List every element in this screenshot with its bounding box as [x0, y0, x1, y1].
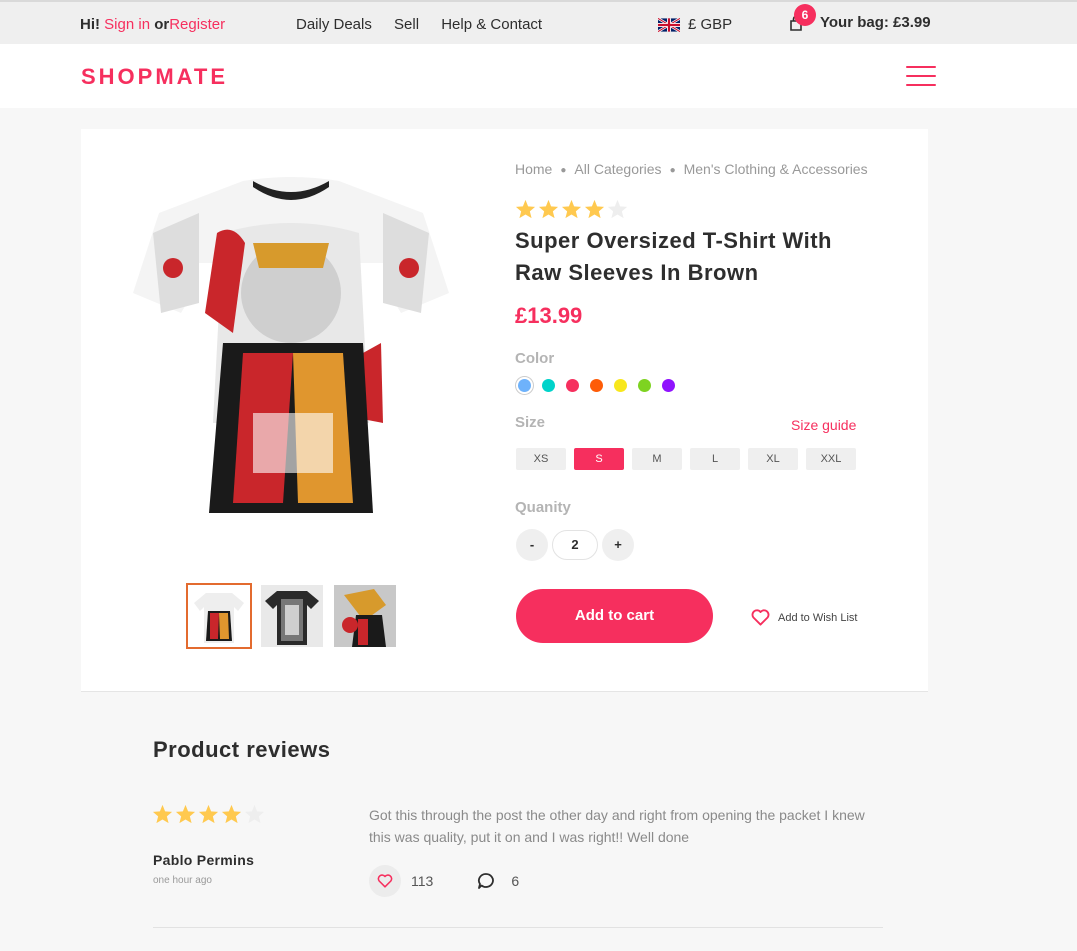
- reviewer-name: Pablo Permins: [153, 852, 255, 868]
- thumbnail-3-image: [334, 585, 396, 647]
- thumbnail-2[interactable]: [259, 583, 325, 649]
- reviews-section: Product reviews Pablo Permins one hour a…: [81, 692, 928, 951]
- header: SHOPMATE: [0, 44, 1077, 108]
- nav-daily-deals[interactable]: Daily Deals: [296, 16, 372, 33]
- breadcrumb-all-categories[interactable]: All Categories: [574, 161, 661, 177]
- product-price: £13.99: [515, 303, 583, 328]
- nav-sell[interactable]: Sell: [394, 16, 419, 33]
- reviews-heading: Product reviews: [153, 737, 331, 762]
- bag-label: Your bag: £3.99: [820, 14, 931, 31]
- size-option[interactable]: L: [690, 448, 740, 470]
- product-rating: [515, 199, 630, 219]
- star-filled-icon: [515, 199, 536, 219]
- review-text: Got this through the post the other day …: [369, 807, 865, 845]
- star-filled-icon: [152, 804, 173, 824]
- size-guide-link[interactable]: Size guide: [791, 417, 856, 433]
- quantity-stepper: - 2 +: [516, 529, 634, 561]
- star-empty-icon: [244, 804, 265, 824]
- star-empty-icon: [607, 199, 628, 219]
- size-label: Size: [515, 414, 546, 431]
- thumbnail-1[interactable]: [186, 583, 252, 649]
- color-swatch[interactable]: [542, 379, 555, 392]
- product-image: [133, 177, 449, 525]
- product-title: Super Oversized T-Shirt With Raw Sleeves…: [515, 228, 832, 285]
- quantity-input[interactable]: 2: [552, 530, 598, 560]
- color-swatch[interactable]: [518, 379, 531, 392]
- top-nav: Daily Deals Sell Help & Contact: [296, 16, 560, 33]
- size-option[interactable]: XXL: [806, 448, 856, 470]
- color-swatch[interactable]: [638, 379, 651, 392]
- top-bar: Hi! Sign in orRegister Daily Deals Sell …: [0, 0, 1077, 44]
- star-filled-icon: [198, 804, 219, 824]
- add-to-cart-button[interactable]: Add to cart: [516, 589, 713, 643]
- quantity-decrease-button[interactable]: -: [516, 529, 548, 561]
- currency-selector[interactable]: £ GBP: [658, 16, 732, 33]
- heart-icon: [377, 874, 393, 888]
- color-swatch[interactable]: [614, 379, 627, 392]
- nav-help-contact[interactable]: Help & Contact: [441, 16, 542, 33]
- quantity-increase-button[interactable]: +: [602, 529, 634, 561]
- uk-flag-icon: [658, 17, 680, 32]
- size-option[interactable]: XS: [516, 448, 566, 470]
- like-button[interactable]: [369, 865, 401, 897]
- or-text: or: [154, 16, 170, 33]
- comment-count: 6: [511, 873, 520, 889]
- thumbnail-3[interactable]: [332, 583, 398, 649]
- review-actions: 113 6: [369, 865, 519, 897]
- like-count: 113: [411, 873, 434, 889]
- size-option[interactable]: XL: [748, 448, 798, 470]
- thumbnail-strip: [186, 583, 405, 649]
- bag-count-badge: 6: [794, 4, 816, 26]
- color-label: Color: [515, 350, 555, 367]
- star-filled-icon: [538, 199, 559, 219]
- thumbnail-2-image: [261, 585, 323, 647]
- color-swatch[interactable]: [662, 379, 675, 392]
- review-rating: [152, 804, 267, 824]
- wish-list-label: Add to Wish List: [778, 611, 858, 624]
- greeting: Hi! Sign in orRegister: [80, 16, 225, 33]
- product-card: Home ● All Categories ● Men's Clothing & Acc…: [81, 129, 928, 692]
- color-swatch[interactable]: [590, 379, 603, 392]
- add-to-wish-list-button[interactable]: Add to Wish List: [751, 609, 857, 626]
- review-time: one hour ago: [153, 875, 212, 886]
- sign-in-link[interactable]: Sign in: [104, 16, 150, 33]
- logo[interactable]: SHOPMATE: [81, 64, 228, 90]
- star-filled-icon: [175, 804, 196, 824]
- star-filled-icon: [561, 199, 582, 219]
- size-option[interactable]: S: [574, 448, 624, 470]
- size-options: XS S M L XL XXL: [516, 448, 864, 470]
- currency-label: £ GBP: [688, 16, 733, 33]
- review-divider: [153, 927, 883, 928]
- star-filled-icon: [584, 199, 605, 219]
- menu-icon[interactable]: [906, 66, 936, 86]
- breadcrumb-mens-clothing[interactable]: Men's Clothing & Accessories: [684, 161, 868, 177]
- quantity-label: Quanity: [515, 499, 571, 516]
- star-filled-icon: [221, 804, 242, 824]
- color-swatches: [515, 379, 686, 392]
- register-link[interactable]: Register: [169, 16, 225, 33]
- breadcrumb-home[interactable]: Home: [515, 161, 552, 177]
- color-swatch[interactable]: [566, 379, 579, 392]
- breadcrumb: Home ● All Categories ● Men's Clothing & Acc…: [515, 161, 868, 177]
- size-option[interactable]: M: [632, 448, 682, 470]
- comment-icon[interactable]: [477, 872, 495, 890]
- heart-icon: [751, 609, 770, 626]
- thumbnail-1-image: [188, 585, 250, 647]
- greeting-text: Hi!: [80, 16, 100, 33]
